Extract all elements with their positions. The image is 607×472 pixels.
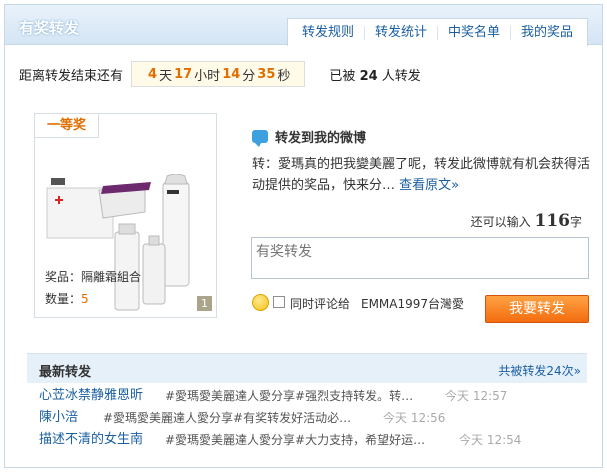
prize-card: 一等奖 奖品：隔離霜組合 数量：5 1 — [34, 113, 217, 318]
forwarded-count-text: 已被 24 人转发 — [329, 68, 421, 84]
latest-reposts-title: 最新转发 — [39, 365, 92, 380]
countdown-label: 距离转发结束还有 — [19, 68, 124, 84]
repost-user[interactable]: 心苙冰禁静雅恩昕 — [39, 386, 143, 406]
prize-quantity: 5 — [81, 292, 89, 306]
prize-name: 隔離霜組合 — [81, 270, 142, 284]
tab-winners[interactable]: 中奖名单 — [436, 25, 510, 40]
tab-stats[interactable]: 转发统计 — [363, 25, 437, 40]
weibo-bubble-icon — [252, 130, 268, 147]
countdown-days-unit: 天 — [159, 68, 173, 84]
countdown-row: 距离转发结束还有 4 天 17 小时 14 分 35 秒 已被 24 人转发 — [19, 61, 421, 87]
forwarded-count: 24 — [359, 68, 378, 84]
countdown-timer: 4 天 17 小时 14 分 35 秒 — [131, 61, 306, 87]
countdown-seconds: 35 — [257, 66, 276, 82]
panel-header: 有奖转发 转发规则 转发统计 中奖名单 我的奖品 — [5, 5, 602, 46]
countdown-seconds-unit: 秒 — [277, 68, 291, 84]
comment-label: 同时评论给 — [290, 297, 351, 311]
tab-my-prizes[interactable]: 我的奖品 — [509, 25, 583, 40]
repost-user[interactable]: 描述不清的女生南 — [39, 430, 143, 450]
repost-user[interactable]: 陳小涪 — [39, 408, 78, 428]
view-original-link[interactable]: 查看原文» — [399, 178, 459, 193]
forward-title: 转发到我的微博 — [252, 127, 366, 147]
repost-text: #愛瑪愛美麗達人愛分享#大力支持，希望好运… — [165, 433, 426, 447]
repost-text: #愛瑪愛美麗達人愛分享#有奖转发好活动必… — [103, 411, 352, 425]
total-reposts-link[interactable]: 共被转发24次» — [498, 362, 581, 379]
list-item: 描述不清的女生南 #愛瑪愛美麗達人愛分享#大力支持，希望好运… 今天 12:54 — [39, 430, 539, 450]
countdown-days: 4 — [148, 66, 158, 82]
image-count-badge[interactable]: 1 — [197, 296, 212, 311]
repost-panel: 有奖转发 转发规则 转发统计 中奖名单 我的奖品 距离转发结束还有 4 天 17… — [4, 4, 603, 468]
panel-title: 有奖转发 — [19, 19, 80, 37]
prize-info: 奖品：隔離霜組合 数量：5 — [45, 270, 142, 306]
countdown-minutes-unit: 分 — [242, 68, 256, 84]
original-post-quote: 转：愛瑪真的把我變美麗了呢，转发此微博就有机会获得活动提供的奖品，快来分… 查看… — [252, 157, 591, 193]
prize-tier-badge: 一等奖 — [35, 114, 99, 138]
submit-repost-button[interactable]: 我要转发 — [485, 295, 589, 323]
repost-text: #愛瑪愛美麗達人愛分享#强烈支持转发。转… — [165, 389, 414, 403]
emoji-icon[interactable] — [252, 294, 269, 311]
tab-rules[interactable]: 转发规则 — [292, 25, 364, 40]
comment-checkbox[interactable] — [273, 296, 285, 308]
repost-time: 今天 12:54 — [459, 433, 522, 447]
comment-target-account: EMMA1997台灣愛 — [361, 297, 465, 311]
remaining-chars: 还可以输入 116字 — [470, 211, 582, 231]
remaining-count: 116 — [534, 211, 570, 231]
list-item: 心苙冰禁静雅恩昕 #愛瑪愛美麗達人愛分享#强烈支持转发。转… 今天 12:57 — [39, 386, 539, 406]
repost-input[interactable] — [251, 237, 589, 279]
list-item: 陳小涪 #愛瑪愛美麗達人愛分享#有奖转发好活动必… 今天 12:56 — [39, 408, 539, 428]
countdown-hours: 17 — [174, 66, 193, 82]
countdown-minutes: 14 — [222, 66, 241, 82]
repost-time: 今天 12:57 — [445, 389, 508, 403]
latest-reposts-header: 最新转发 共被转发24次» — [27, 353, 587, 383]
repost-time: 今天 12:56 — [383, 411, 446, 425]
tab-bar: 转发规则 转发统计 中奖名单 我的奖品 — [286, 18, 588, 46]
countdown-hours-unit: 小时 — [194, 68, 221, 84]
